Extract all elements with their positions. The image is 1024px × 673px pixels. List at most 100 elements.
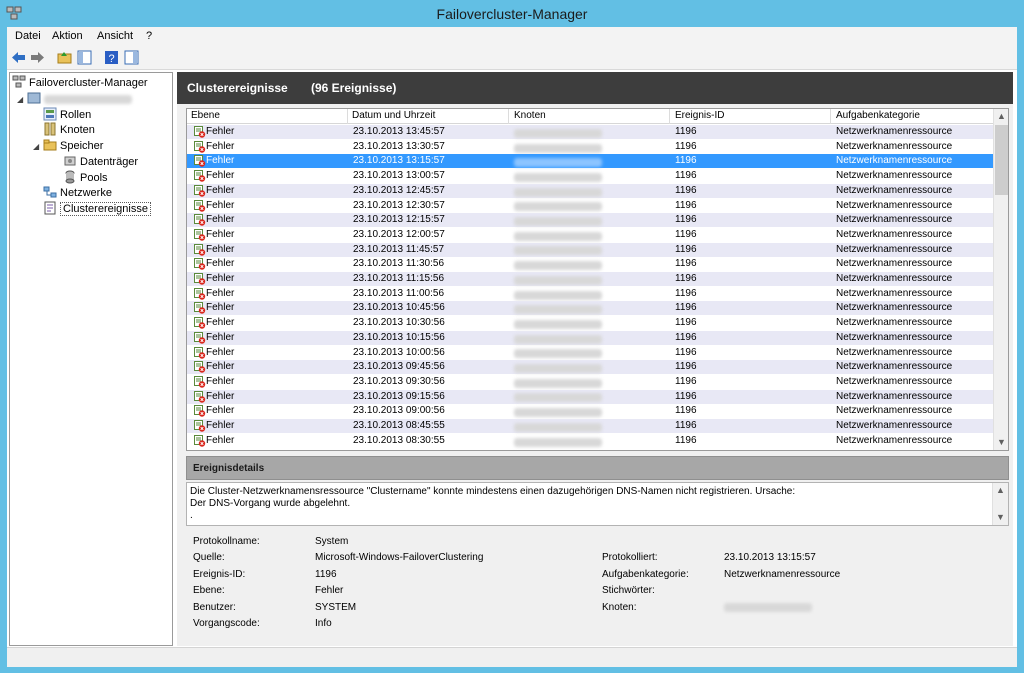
column-header-event-id[interactable]: Ereignis-ID xyxy=(675,110,724,121)
tree-cluster[interactable] xyxy=(27,91,132,107)
cluster-manager-icon xyxy=(27,92,41,104)
tree-item-roles[interactable]: Rollen xyxy=(43,107,91,123)
cell-event-id: 1196 xyxy=(675,243,697,255)
table-row[interactable]: Fehler 23.10.2013 13:45:57 1196 Netzwerknam… xyxy=(187,125,993,139)
cell-task-category: Netzwerknamenressource xyxy=(836,214,953,226)
cell-datetime: 23.10.2013 11:45:57 xyxy=(353,243,445,255)
error-event-icon xyxy=(194,346,206,359)
scroll-thumb[interactable] xyxy=(995,125,1008,195)
table-row[interactable]: Fehler 23.10.2013 11:30:56 1196 Netzwerknam… xyxy=(187,257,993,271)
scroll-down-icon[interactable]: ▼ xyxy=(993,510,1008,525)
menu-help[interactable]: ? xyxy=(146,30,152,42)
cell-node-redacted xyxy=(514,216,602,227)
error-event-icon xyxy=(194,170,206,182)
table-row[interactable]: Fehler 23.10.2013 12:45:57 1196 Netzwerknam… xyxy=(187,183,993,198)
table-row[interactable]: Fehler 23.10.2013 11:00:56 1196 Netzwerknam… xyxy=(187,287,993,301)
table-scrollbar[interactable]: ▲ ▼ xyxy=(993,109,1008,450)
events-icon xyxy=(44,201,56,215)
tree-item-storage[interactable]: Speicher xyxy=(43,138,103,154)
table-row[interactable]: Fehler 23.10.2013 08:45:55 1196 Netzwerknam… xyxy=(187,419,993,433)
table-row[interactable]: Fehler 23.10.2013 13:30:57 1196 Netzwerknam… xyxy=(187,140,993,154)
pane-title: Clusterereignisse xyxy=(187,81,288,95)
forward-arrow-icon[interactable] xyxy=(29,49,46,66)
cluster-name-redacted xyxy=(44,94,132,104)
tree-item-networks[interactable]: Netzwerke xyxy=(43,185,112,201)
cell-task-category: Netzwerknamenressource xyxy=(836,302,953,314)
tree-item-disks[interactable]: Datenträger xyxy=(63,154,138,170)
results-pane: Clusterereignisse (96 Ereignisse) Ebene … xyxy=(177,72,1013,646)
tree-item-pools[interactable]: Pools xyxy=(63,170,108,186)
cell-event-id: 1196 xyxy=(675,199,697,211)
table-row[interactable]: Fehler 23.10.2013 10:15:56 1196 Netzwerknam… xyxy=(187,330,993,345)
table-row[interactable]: Fehler 23.10.2013 09:00:56 1196 Netzwerknam… xyxy=(187,404,993,418)
cell-task-category: Netzwerknamenressource xyxy=(836,405,953,417)
column-header-task-category[interactable]: Aufgabenkategorie xyxy=(836,110,920,121)
table-row[interactable]: Fehler 23.10.2013 13:00:57 1196 Netzwerknam… xyxy=(187,169,993,183)
column-resizer[interactable] xyxy=(830,109,831,124)
table-row[interactable]: Fehler 23.10.2013 09:45:56 1196 Netzwerknam… xyxy=(187,360,993,375)
chevron-down-icon[interactable]: ◢ xyxy=(33,142,39,151)
cell-datetime: 23.10.2013 11:00:56 xyxy=(353,287,445,299)
tree-root[interactable]: Failovercluster-Manager xyxy=(12,75,148,91)
column-header-node[interactable]: Knoten xyxy=(514,110,546,121)
back-arrow-icon[interactable] xyxy=(10,49,27,66)
column-resizer[interactable] xyxy=(508,109,509,124)
tree-item-nodes[interactable]: Knoten xyxy=(43,122,95,138)
cell-level: Fehler xyxy=(206,420,235,431)
value-user: SYSTEM xyxy=(315,602,357,613)
table-row[interactable]: Fehler 23.10.2013 10:30:56 1196 Netzwerknam… xyxy=(187,316,993,330)
table-row[interactable]: Fehler 23.10.2013 09:15:56 1196 Netzwerknam… xyxy=(187,389,993,404)
tree-item-events[interactable]: Clusterereignisse xyxy=(43,201,151,217)
cell-event-id: 1196 xyxy=(675,228,697,240)
cell-node-redacted xyxy=(514,172,602,183)
column-header-datetime[interactable]: Datum und Uhrzeit xyxy=(352,110,435,121)
column-resizer[interactable] xyxy=(347,109,348,124)
cell-node-redacted xyxy=(514,275,602,286)
cell-task-category: Netzwerknamenressource xyxy=(836,375,953,387)
event-message[interactable]: Die Cluster-Netzwerknamensressource "Clu… xyxy=(186,482,1009,526)
title-bar[interactable]: Failovercluster-Manager xyxy=(0,0,1024,27)
table-row[interactable]: Fehler 23.10.2013 09:30:56 1196 Netzwerknam… xyxy=(187,375,993,389)
error-event-icon xyxy=(194,405,206,417)
cell-event-id: 1196 xyxy=(675,346,697,358)
scroll-down-icon[interactable]: ▼ xyxy=(994,435,1008,450)
label-level: Ebene: xyxy=(193,585,225,596)
table-row[interactable]: Fehler 23.10.2013 12:30:57 1196 Netzwerknam… xyxy=(187,199,993,213)
column-header-level[interactable]: Ebene xyxy=(191,110,220,121)
table-row[interactable]: Fehler 23.10.2013 13:15:57 1196 Netzwerknam… xyxy=(187,154,993,169)
message-scrollbar[interactable]: ▲ ▼ xyxy=(992,483,1008,525)
cell-task-category: Netzwerknamenressource xyxy=(836,170,953,182)
menu-action[interactable]: Aktion xyxy=(52,30,83,42)
error-event-icon xyxy=(194,228,206,241)
cell-datetime: 23.10.2013 10:30:56 xyxy=(353,317,445,329)
console-tree: Failovercluster-Manager ◢ Rollen Knoten … xyxy=(9,72,173,646)
cell-datetime: 23.10.2013 12:45:57 xyxy=(353,184,445,196)
table-row[interactable]: Fehler 23.10.2013 10:00:56 1196 Netzwerknam… xyxy=(187,346,993,360)
cell-datetime: 23.10.2013 10:00:56 xyxy=(353,346,445,358)
table-row[interactable]: Fehler 23.10.2013 12:00:57 1196 Netzwerknam… xyxy=(187,228,993,242)
column-resizer[interactable] xyxy=(669,109,670,124)
value-event-id: 1196 xyxy=(315,569,337,580)
action-pane-icon[interactable] xyxy=(123,49,140,66)
cell-datetime: 23.10.2013 08:45:55 xyxy=(353,420,445,431)
menu-file[interactable]: Datei xyxy=(15,30,41,42)
folder-up-icon[interactable] xyxy=(56,49,73,66)
help-icon[interactable]: ? xyxy=(103,49,120,66)
table-row[interactable]: Fehler 23.10.2013 11:45:57 1196 Netzwerknam… xyxy=(187,242,993,257)
table-row[interactable]: Fehler 23.10.2013 12:15:57 1196 Netzwerknam… xyxy=(187,213,993,228)
cell-level: Fehler xyxy=(206,199,235,211)
cell-task-category: Netzwerknamenressource xyxy=(836,390,953,402)
table-row[interactable]: Fehler 23.10.2013 11:15:56 1196 Netzwerknam… xyxy=(187,272,993,286)
scroll-up-icon[interactable]: ▲ xyxy=(993,483,1008,498)
table-row[interactable]: Fehler 23.10.2013 10:45:56 1196 Netzwerknam… xyxy=(187,301,993,316)
error-event-icon xyxy=(194,287,206,300)
cell-node-redacted xyxy=(514,319,602,330)
cell-datetime: 23.10.2013 13:00:57 xyxy=(353,170,445,182)
console-tree-icon[interactable] xyxy=(76,49,93,66)
scroll-up-icon[interactable]: ▲ xyxy=(994,109,1008,124)
table-row[interactable]: Fehler 23.10.2013 08:30:55 1196 Netzwerknam… xyxy=(187,434,993,448)
menu-view[interactable]: Ansicht xyxy=(97,30,133,42)
cell-level: Fehler xyxy=(206,331,235,343)
cell-event-id: 1196 xyxy=(675,140,697,152)
chevron-down-icon[interactable]: ◢ xyxy=(17,95,23,104)
